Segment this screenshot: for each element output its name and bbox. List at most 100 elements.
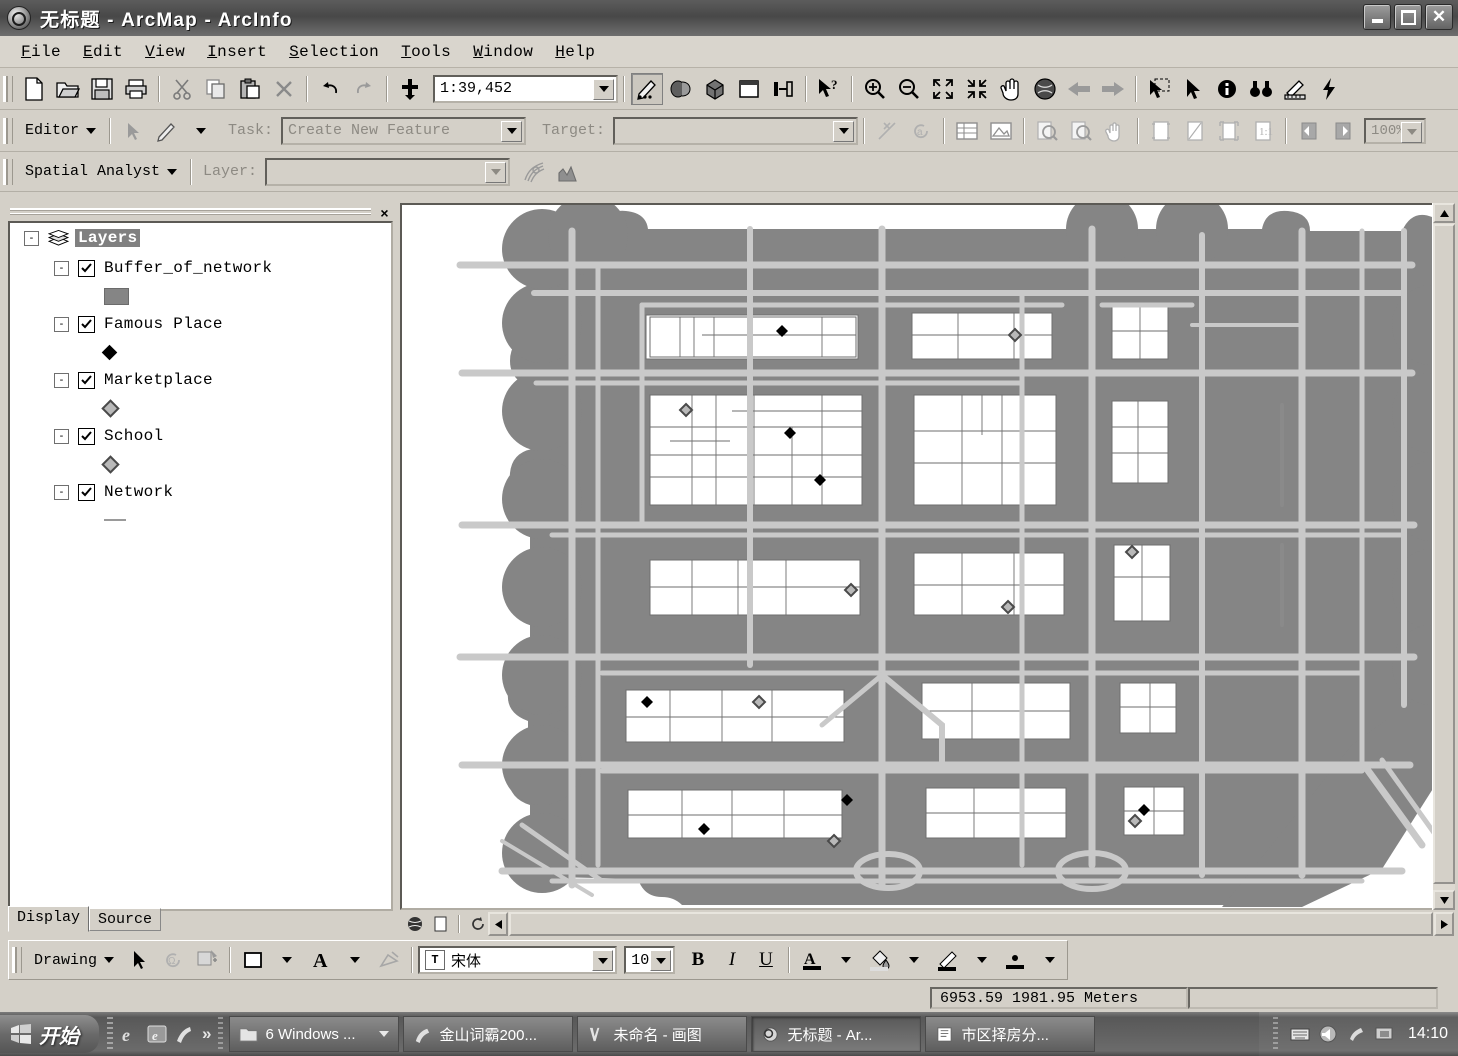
fit-width-icon[interactable] bbox=[1179, 115, 1211, 147]
refresh-icon[interactable] bbox=[467, 914, 489, 934]
split-icon[interactable] bbox=[871, 115, 903, 147]
vertical-scroll-thumb[interactable] bbox=[1433, 224, 1455, 884]
volume-icon[interactable] bbox=[1318, 1024, 1338, 1044]
taskbar-item-arcmap[interactable]: 无标题 - Ar... bbox=[751, 1016, 921, 1052]
text-dropdown-chevron-icon[interactable] bbox=[339, 944, 371, 976]
horizontal-scroll-thumb[interactable] bbox=[509, 912, 1433, 936]
sketch-properties-icon[interactable] bbox=[985, 115, 1017, 147]
rotate-icon[interactable]: a bbox=[905, 115, 937, 147]
scroll-left-button[interactable] bbox=[488, 912, 508, 936]
attributes-table-icon[interactable] bbox=[951, 115, 983, 147]
underline-button[interactable]: U bbox=[750, 944, 782, 976]
zoom-out-icon[interactable] bbox=[893, 73, 925, 105]
rotate-element-icon[interactable]: Ω bbox=[157, 944, 189, 976]
zoom-in-icon[interactable] bbox=[859, 73, 891, 105]
sketch-tool-dropdown[interactable] bbox=[185, 115, 217, 147]
identify-info-icon[interactable] bbox=[1211, 73, 1243, 105]
edit-arrow-icon[interactable] bbox=[117, 115, 149, 147]
marker-color-chevron-icon[interactable] bbox=[1034, 944, 1066, 976]
close-button[interactable]: ✕ bbox=[1425, 4, 1453, 30]
print-icon[interactable] bbox=[120, 73, 152, 105]
line-color-icon[interactable] bbox=[932, 944, 964, 976]
go-back-page-icon[interactable] bbox=[1293, 115, 1325, 147]
chevron-down-icon[interactable] bbox=[1401, 122, 1422, 143]
toc-tree[interactable]: - Layers - Buffer_of_network - bbox=[8, 221, 393, 911]
toc-title-bar[interactable]: × bbox=[8, 205, 393, 220]
layer-combo[interactable] bbox=[265, 158, 510, 186]
back-extent-arrow-icon[interactable] bbox=[1063, 73, 1095, 105]
toolbar-grip[interactable] bbox=[3, 159, 13, 185]
menu-view[interactable]: View bbox=[134, 40, 196, 64]
chevron-down-icon[interactable] bbox=[650, 950, 671, 971]
chevron-down-icon[interactable] bbox=[379, 1031, 389, 1037]
line-color-chevron-icon[interactable] bbox=[966, 944, 998, 976]
bold-button[interactable]: B bbox=[682, 944, 714, 976]
target-combo[interactable] bbox=[613, 117, 858, 145]
line-swatch[interactable] bbox=[104, 519, 126, 521]
expander-icon[interactable]: - bbox=[54, 317, 69, 332]
save-icon[interactable] bbox=[86, 73, 118, 105]
paste-icon[interactable] bbox=[234, 73, 266, 105]
hollow-diamond-marker[interactable] bbox=[101, 455, 119, 473]
toc-layer-marketplace[interactable]: - Marketplace bbox=[10, 365, 391, 395]
toolbar-grip[interactable] bbox=[3, 76, 13, 102]
map-canvas[interactable] bbox=[402, 205, 1448, 908]
fixed-zoom-out-icon[interactable] bbox=[961, 73, 993, 105]
expander-icon[interactable]: - bbox=[54, 429, 69, 444]
page-zoom-combo[interactable]: 100% bbox=[1364, 118, 1426, 144]
font-name-combo[interactable]: T 宋体 bbox=[418, 946, 617, 974]
font-color-icon[interactable]: A bbox=[796, 944, 828, 976]
whats-this-help-icon[interactable]: ? bbox=[813, 73, 845, 105]
measure-icon[interactable] bbox=[1279, 73, 1311, 105]
open-folder-icon[interactable] bbox=[52, 73, 84, 105]
redo-icon[interactable] bbox=[348, 73, 380, 105]
scroll-right-button[interactable] bbox=[1434, 912, 1454, 936]
map-scale-combo[interactable]: 1:39,452 bbox=[433, 75, 618, 103]
full-extent-globe-icon[interactable] bbox=[1029, 73, 1061, 105]
layout-view-icon[interactable] bbox=[429, 914, 451, 934]
menu-insert[interactable]: Insert bbox=[196, 40, 278, 64]
maximize-button[interactable] bbox=[1394, 4, 1422, 30]
cut-scissors-icon[interactable] bbox=[166, 73, 198, 105]
expander-icon[interactable]: - bbox=[54, 373, 69, 388]
map-data-view[interactable] bbox=[400, 203, 1450, 910]
toc-layer-buffer-of-network[interactable]: - Buffer_of_network bbox=[10, 253, 391, 283]
select-features-icon[interactable] bbox=[1143, 73, 1175, 105]
scroll-down-button[interactable] bbox=[1433, 890, 1455, 910]
layout-window-icon[interactable] bbox=[733, 73, 765, 105]
hollow-diamond-marker[interactable] bbox=[101, 399, 119, 417]
italic-button[interactable]: I bbox=[716, 944, 748, 976]
map-vertical-scrollbar[interactable] bbox=[1432, 203, 1455, 910]
font-size-combo[interactable]: 10 bbox=[624, 946, 675, 974]
drawing-menu-button[interactable]: Drawing bbox=[26, 948, 122, 973]
fill-color-chevron-icon[interactable] bbox=[898, 944, 930, 976]
font-color-chevron-icon[interactable] bbox=[830, 944, 862, 976]
map-horizontal-scrollbar[interactable] bbox=[488, 912, 1454, 936]
solid-diamond-marker[interactable] bbox=[102, 344, 118, 360]
fill-color-icon[interactable] bbox=[864, 944, 896, 976]
toc-close-icon[interactable]: × bbox=[376, 205, 393, 220]
sketch-pencil-icon[interactable] bbox=[151, 115, 183, 147]
task-combo[interactable]: Create New Feature bbox=[281, 117, 526, 145]
display-icon[interactable] bbox=[1374, 1024, 1394, 1044]
chevron-down-icon[interactable] bbox=[485, 162, 506, 183]
network-icon[interactable] bbox=[1346, 1024, 1366, 1044]
menu-file[interactable]: FFileile bbox=[10, 40, 72, 64]
forward-extent-arrow-icon[interactable] bbox=[1097, 73, 1129, 105]
chevron-down-icon[interactable] bbox=[833, 121, 854, 142]
pan-hand-icon[interactable] bbox=[995, 73, 1027, 105]
taskbar-item-paint[interactable]: 未命名 - 画图 bbox=[577, 1016, 747, 1052]
taskbar-item-document[interactable]: 市区择房分... bbox=[925, 1016, 1095, 1052]
layer-visibility-checkbox[interactable] bbox=[78, 372, 95, 389]
editor-menu-button[interactable]: Editor bbox=[17, 118, 104, 143]
start-button[interactable]: 开始 bbox=[0, 1015, 99, 1053]
fill-rectangle-icon[interactable] bbox=[237, 944, 269, 976]
chevron-down-icon[interactable] bbox=[501, 121, 522, 142]
new-document-icon[interactable] bbox=[18, 73, 50, 105]
filled-polygon-swatch[interactable] bbox=[104, 288, 129, 305]
new-graphic-icon[interactable] bbox=[191, 944, 223, 976]
zoom-out-page-icon[interactable] bbox=[1065, 115, 1097, 147]
chevron-down-icon[interactable] bbox=[592, 950, 613, 971]
expander-icon[interactable]: - bbox=[54, 261, 69, 276]
menu-tools[interactable]: Tools bbox=[390, 40, 462, 64]
